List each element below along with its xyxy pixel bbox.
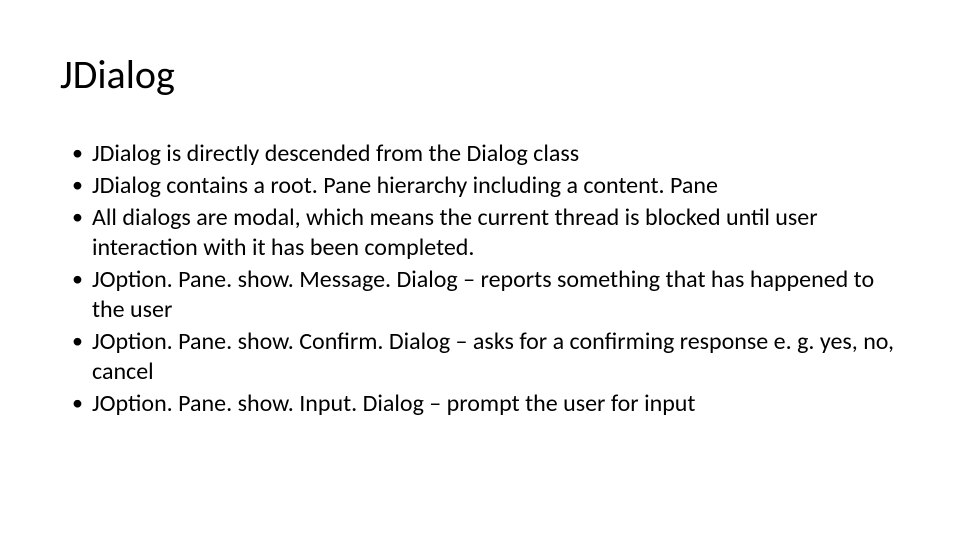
bullet-list: JDialog is directly descended from the D… — [60, 139, 900, 419]
bullet-item: All dialogs are modal, which means the c… — [72, 203, 900, 263]
slide-title: JDialog — [60, 50, 900, 99]
bullet-item: JDialog is directly descended from the D… — [72, 139, 900, 169]
bullet-item: JDialog contains a root. Pane hierarchy … — [72, 171, 900, 201]
bullet-item: JOption. Pane. show. Confirm. Dialog – a… — [72, 327, 900, 387]
slide: JDialog JDialog is directly descended fr… — [0, 0, 960, 540]
bullet-item: JOption. Pane. show. Input. Dialog – pro… — [72, 389, 900, 419]
bullet-item: JOption. Pane. show. Message. Dialog – r… — [72, 265, 900, 325]
